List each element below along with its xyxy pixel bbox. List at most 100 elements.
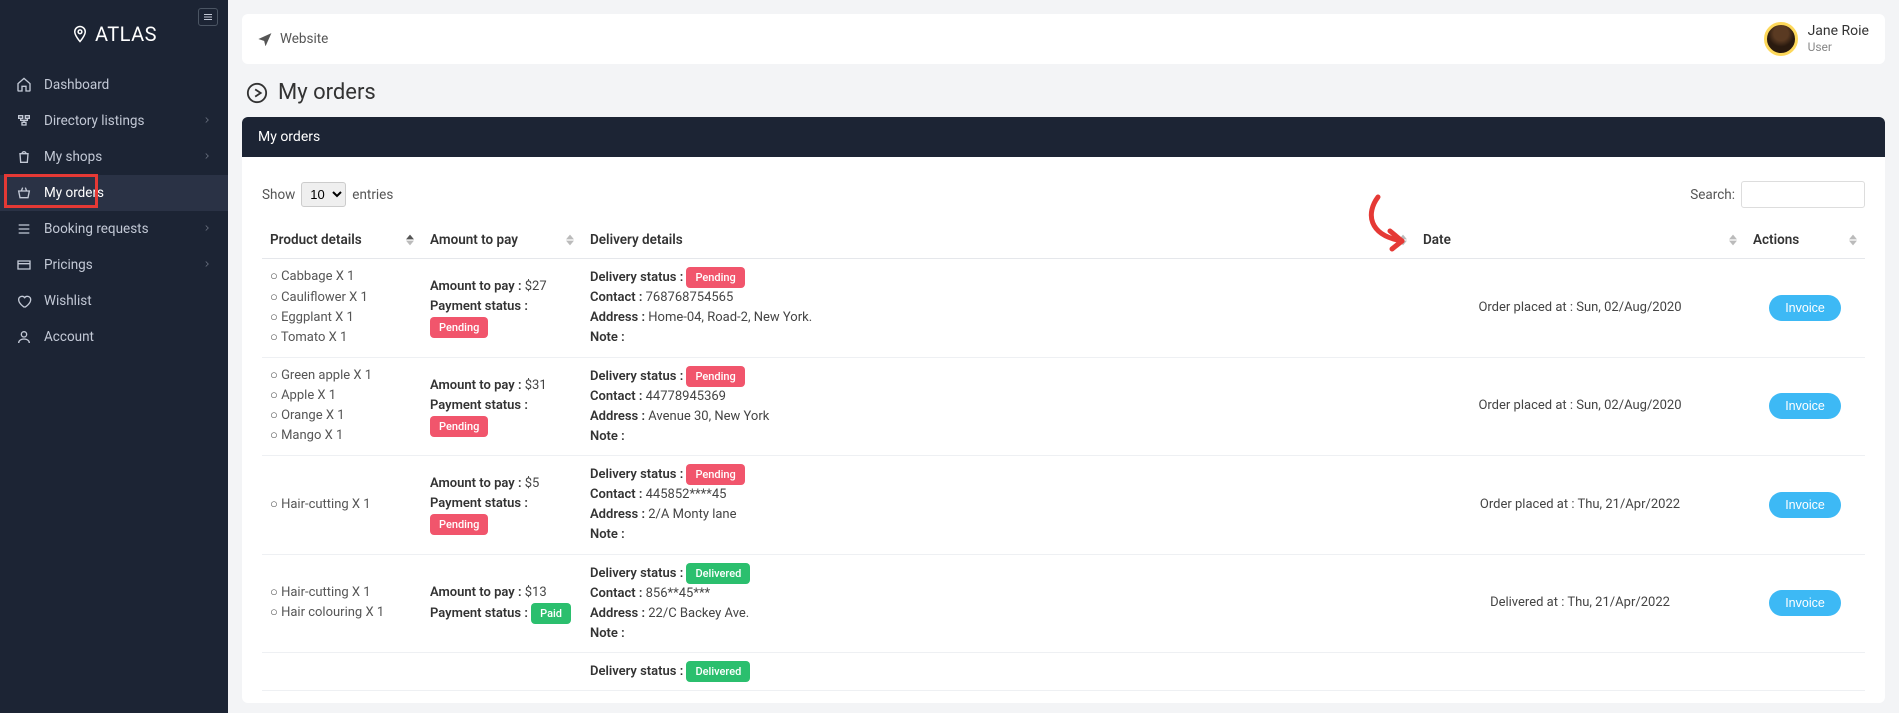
list-icon (16, 221, 32, 237)
search-input[interactable] (1741, 181, 1865, 208)
cell-delivery: Delivery status : PendingContact : 76876… (582, 259, 1415, 358)
product-line: ○ Cabbage X 1 (270, 267, 414, 287)
user-icon (16, 329, 32, 345)
product-line: ○ Eggplant X 1 (270, 308, 414, 328)
bag-icon (16, 149, 32, 165)
cell-actions: Invoice (1745, 554, 1865, 653)
cell-products (262, 653, 422, 691)
sidebar-item-pricings[interactable]: Pricings (0, 247, 228, 283)
sidebar-item-orders[interactable]: My orders (0, 175, 228, 211)
product-line: ○ Hair-cutting X 1 (270, 495, 414, 515)
website-link[interactable]: Website (258, 31, 328, 47)
brand-text: ATLAS (95, 22, 157, 46)
page-size-select[interactable]: 10 (301, 182, 346, 207)
main: Website Jane Roie User My orders My orde… (228, 0, 1899, 713)
website-label: Website (280, 31, 328, 47)
sidebar-item-label: Directory listings (44, 113, 144, 129)
table-row: Delivery status : Delivered (262, 653, 1865, 691)
cell-amount: Amount to pay : $27Payment status : Pend… (422, 259, 582, 358)
user-menu[interactable]: Jane Roie User (1764, 22, 1869, 56)
entries-label: entries (352, 187, 393, 203)
sidebar-item-shops[interactable]: My shops (0, 139, 228, 175)
cell-delivery: Delivery status : PendingContact : 44585… (582, 456, 1415, 555)
invoice-button[interactable]: Invoice (1769, 393, 1841, 419)
card-icon (16, 257, 32, 273)
cell-actions (1745, 653, 1865, 691)
sidebar-item-wishlist[interactable]: Wishlist (0, 283, 228, 319)
orders-table: Product details Amount to pay Delivery d… (262, 222, 1865, 691)
cell-delivery: Delivery status : Delivered (582, 653, 1415, 691)
cell-date: Order placed at : Sun, 02/Aug/2020 (1415, 259, 1745, 358)
table-row: ○ Hair-cutting X 1 Amount to pay : $5Paym… (262, 456, 1865, 555)
menu-icon (202, 11, 214, 23)
brand[interactable]: ATLAS (71, 22, 157, 46)
table-row: ○ Hair-cutting X 1○ Hair colouring X 1 Am… (262, 554, 1865, 653)
table-row: ○ Green apple X 1○ Apple X 1○ Orange X 1… (262, 357, 1865, 456)
sidebar-item-account[interactable]: Account (0, 319, 228, 355)
user-name: Jane Roie (1808, 23, 1869, 40)
cell-products: ○ Cabbage X 1○ Cauliflower X 1○ Eggplant… (262, 259, 422, 358)
user-role: User (1808, 40, 1869, 54)
col-date[interactable]: Date (1415, 222, 1745, 259)
cell-date: Order placed at : Thu, 21/Apr/2022 (1415, 456, 1745, 555)
card-header: My orders (242, 117, 1885, 157)
table-controls: Show 10 entries Search: (262, 181, 1865, 208)
sidebar-item-label: My shops (44, 149, 102, 165)
hamburger-toggle[interactable] (198, 8, 218, 26)
arrow-circle-icon (246, 82, 268, 104)
user-meta: Jane Roie User (1808, 23, 1869, 54)
cell-actions: Invoice (1745, 357, 1865, 456)
sidebar-item-label: Wishlist (44, 293, 92, 309)
product-line: ○ Cauliflower X 1 (270, 288, 414, 308)
plane-icon (258, 32, 272, 46)
basket-icon (16, 185, 32, 201)
chevron-right-icon (202, 149, 212, 165)
col-actions[interactable]: Actions (1745, 222, 1865, 259)
table-row: ○ Cabbage X 1○ Cauliflower X 1○ Eggplant… (262, 259, 1865, 358)
avatar (1764, 22, 1798, 56)
cell-actions: Invoice (1745, 259, 1865, 358)
heart-icon (16, 293, 32, 309)
sidebar-item-label: Account (44, 329, 94, 345)
cell-delivery: Delivery status : DeliveredContact : 856… (582, 554, 1415, 653)
pin-icon (71, 25, 89, 43)
sidebar-item-label: My orders (44, 185, 104, 201)
cell-actions: Invoice (1745, 456, 1865, 555)
col-amount[interactable]: Amount to pay (422, 222, 582, 259)
cell-amount: Amount to pay : $5Payment status : Pendi… (422, 456, 582, 555)
cell-amount: Amount to pay : $13Payment status : Paid (422, 554, 582, 653)
cell-delivery: Delivery status : PendingContact : 44778… (582, 357, 1415, 456)
product-line: ○ Orange X 1 (270, 406, 414, 426)
product-line: ○ Tomato X 1 (270, 328, 414, 348)
product-line: ○ Green apple X 1 (270, 366, 414, 386)
product-line: ○ Apple X 1 (270, 386, 414, 406)
brand-row: ATLAS (0, 0, 228, 67)
search-label: Search: (1690, 187, 1735, 203)
sidebar-item-dashboard[interactable]: Dashboard (0, 67, 228, 103)
invoice-button[interactable]: Invoice (1769, 295, 1841, 321)
col-delivery[interactable]: Delivery details (582, 222, 1415, 259)
cell-amount: Amount to pay : $31Payment status : Pend… (422, 357, 582, 456)
product-line: ○ Mango X 1 (270, 426, 414, 446)
cell-date: Delivered at : Thu, 21/Apr/2022 (1415, 554, 1745, 653)
sidebar-nav: Dashboard Directory listings My shops My or… (0, 67, 228, 355)
product-line: ○ Hair-cutting X 1 (270, 583, 414, 603)
sidebar-item-directory[interactable]: Directory listings (0, 103, 228, 139)
sidebar-item-label: Booking requests (44, 221, 149, 237)
col-product[interactable]: Product details (262, 222, 422, 259)
home-icon (16, 77, 32, 93)
cell-date: Order placed at : Sun, 02/Aug/2020 (1415, 357, 1745, 456)
cell-date (1415, 653, 1745, 691)
sidebar-item-booking[interactable]: Booking requests (0, 211, 228, 247)
orders-card: My orders Show 10 entries Search: (242, 117, 1885, 703)
page-title-row: My orders (246, 80, 1881, 105)
sidebar-item-label: Dashboard (44, 77, 109, 93)
show-label: Show (262, 187, 295, 203)
page-title: My orders (278, 80, 376, 105)
invoice-button[interactable]: Invoice (1769, 590, 1841, 616)
chevron-right-icon (202, 221, 212, 237)
cell-products: ○ Hair-cutting X 1 (262, 456, 422, 555)
product-line: ○ Hair colouring X 1 (270, 603, 414, 623)
invoice-button[interactable]: Invoice (1769, 492, 1841, 518)
topbar: Website Jane Roie User (242, 14, 1885, 64)
